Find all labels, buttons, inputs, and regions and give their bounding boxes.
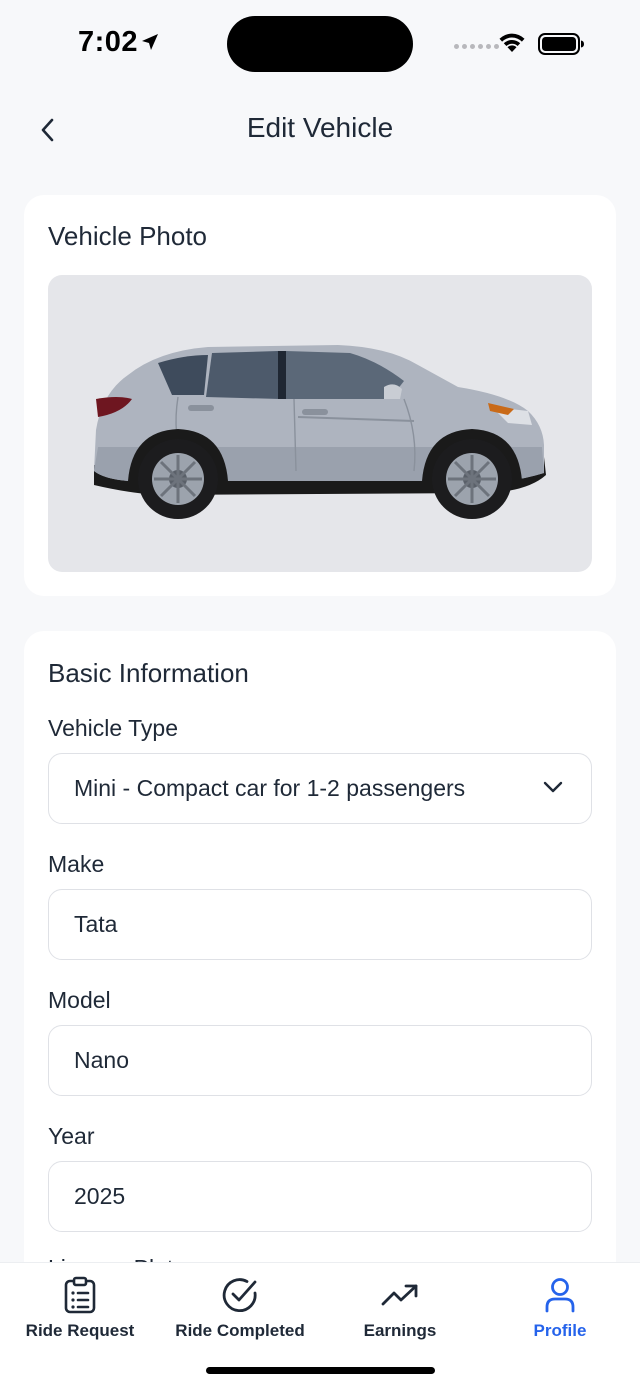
screen: 7:02 Edit Vehicle Vehicle Photo Basic In… bbox=[0, 0, 640, 1387]
make-value: Tata bbox=[74, 911, 118, 937]
tab-earnings[interactable]: Earnings bbox=[320, 1275, 480, 1345]
vehicle-photo-title: Vehicle Photo bbox=[48, 221, 208, 251]
header: Edit Vehicle bbox=[0, 100, 640, 160]
dynamic-island bbox=[227, 16, 413, 72]
vehicle-type-label: Vehicle Type bbox=[48, 715, 179, 741]
trending-up-icon bbox=[381, 1284, 418, 1306]
tab-ride-request-label: Ride Request bbox=[25, 1321, 135, 1340]
home-indicator bbox=[206, 1367, 435, 1374]
year-input[interactable]: 2025 bbox=[48, 1161, 592, 1232]
basic-information-title: Basic Information bbox=[48, 658, 249, 688]
battery-icon bbox=[538, 33, 584, 55]
user-icon bbox=[545, 1278, 575, 1313]
cellular-signal-icon bbox=[454, 44, 499, 49]
model-label: Model bbox=[48, 987, 111, 1013]
page-title: Edit Vehicle bbox=[246, 112, 394, 143]
clipboard-list-icon bbox=[64, 1276, 96, 1314]
vehicle-type-select[interactable]: Mini - Compact car for 1-2 passengers bbox=[48, 753, 592, 824]
model-input[interactable]: Nano bbox=[48, 1025, 592, 1096]
model-value: Nano bbox=[74, 1047, 129, 1073]
check-circle-icon bbox=[222, 1278, 257, 1313]
tab-ride-completed-label: Ride Completed bbox=[175, 1321, 305, 1340]
vehicle-type-value: Mini - Compact car for 1-2 passengers bbox=[74, 775, 466, 801]
chevron-down-icon bbox=[543, 781, 563, 793]
car-image bbox=[94, 345, 546, 519]
tab-ride-request[interactable]: Ride Request bbox=[0, 1275, 160, 1345]
vehicle-photo-card: Vehicle Photo bbox=[24, 195, 616, 596]
make-input[interactable]: Tata bbox=[48, 889, 592, 960]
front-wheel bbox=[432, 439, 512, 519]
tab-earnings-label: Earnings bbox=[363, 1321, 437, 1340]
basic-information-card: Basic Information Vehicle Type Mini - Co… bbox=[24, 631, 616, 1331]
year-value: 2025 bbox=[74, 1183, 126, 1209]
vehicle-photo[interactable] bbox=[48, 275, 592, 572]
status-time: 7:02 bbox=[78, 26, 139, 58]
rear-wheel bbox=[138, 439, 218, 519]
make-label: Make bbox=[48, 851, 105, 877]
tab-profile-label: Profile bbox=[533, 1321, 587, 1340]
tab-profile[interactable]: Profile bbox=[480, 1275, 640, 1345]
location-arrow-icon bbox=[142, 34, 158, 50]
tab-ride-completed[interactable]: Ride Completed bbox=[160, 1275, 320, 1345]
wifi-icon bbox=[499, 33, 525, 52]
status-bar: 7:02 bbox=[0, 0, 640, 90]
year-label: Year bbox=[48, 1123, 95, 1149]
